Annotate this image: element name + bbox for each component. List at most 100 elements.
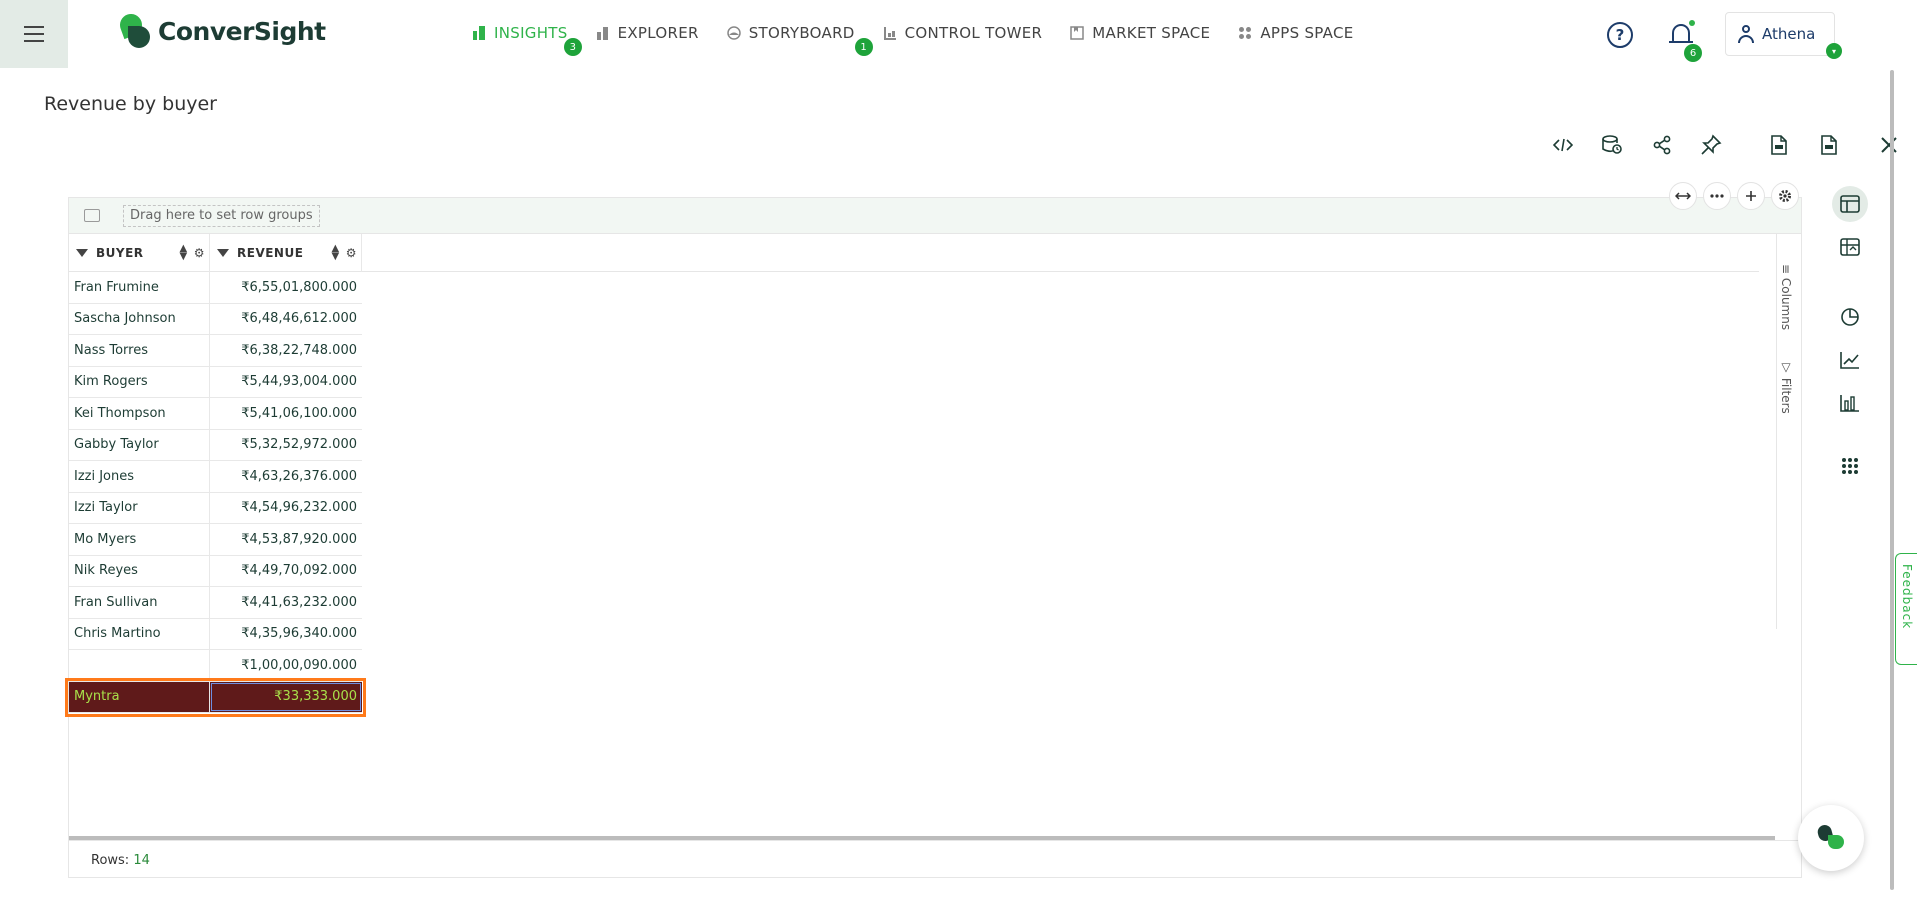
line-chart-icon[interactable] bbox=[1832, 342, 1868, 378]
nav-market-space-label: MARKET SPACE bbox=[1092, 24, 1211, 42]
revenue-cell[interactable]: ₹6,55,01,800.000 bbox=[210, 272, 362, 303]
column-gear-icon[interactable]: ⚙ bbox=[346, 246, 357, 260]
chat-assistant-button[interactable] bbox=[1798, 805, 1864, 871]
more-options-icon[interactable] bbox=[1703, 182, 1731, 210]
table-row[interactable]: Fran Frumine ₹6,55,01,800.000 bbox=[69, 272, 362, 304]
table-view-icon[interactable] bbox=[1832, 186, 1868, 222]
pivot-table-icon[interactable] bbox=[1832, 229, 1868, 265]
table-row[interactable]: Nass Torres ₹6,38,22,748.000 bbox=[69, 335, 362, 367]
pin-icon[interactable] bbox=[1698, 132, 1724, 158]
revenue-cell[interactable]: ₹4,35,96,340.000 bbox=[210, 619, 362, 650]
user-name: Athena bbox=[1762, 25, 1816, 43]
revenue-cell[interactable]: ₹4,54,96,232.000 bbox=[210, 493, 362, 524]
menu-icon[interactable] bbox=[0, 0, 68, 68]
revenue-cell[interactable]: ₹4,53,87,920.000 bbox=[210, 524, 362, 555]
table-row[interactable]: Kim Rogers ₹5,44,93,004.000 bbox=[69, 366, 362, 398]
buyer-cell[interactable]: Nik Reyes bbox=[69, 555, 210, 586]
nav-apps-space[interactable]: APPS SPACE bbox=[1238, 22, 1353, 44]
filter-icon[interactable] bbox=[76, 249, 88, 257]
table-row[interactable]: Izzi Taylor ₹4,54,96,232.000 bbox=[69, 492, 362, 524]
table-row[interactable]: Nik Reyes ₹4,49,70,092.000 bbox=[69, 555, 362, 587]
buyer-cell[interactable]: Mo Myers bbox=[69, 524, 210, 555]
feedback-tab[interactable]: Feedback bbox=[1895, 553, 1917, 665]
filter-icon[interactable] bbox=[217, 249, 229, 257]
nav-market-space[interactable]: MARKET SPACE bbox=[1070, 22, 1210, 44]
columns-tab[interactable]: ≡ Columns bbox=[1779, 264, 1793, 330]
buyer-cell[interactable]: Fran Frumine bbox=[69, 272, 210, 303]
notifications-button[interactable]: 6 bbox=[1669, 20, 1702, 62]
row-group-hint: Drag here to set row groups bbox=[123, 205, 320, 227]
sort-icon[interactable]: ▲ ▼ bbox=[332, 244, 340, 262]
buyer-cell[interactable]: Fran Sullivan bbox=[69, 587, 210, 618]
columns-icon: ≡ bbox=[1779, 264, 1793, 275]
revenue-cell[interactable]: ₹4,41,63,232.000 bbox=[210, 587, 362, 618]
pie-chart-icon[interactable] bbox=[1832, 299, 1868, 335]
buyer-cell[interactable]: Kim Rogers bbox=[69, 366, 210, 397]
expand-width-icon[interactable] bbox=[1669, 182, 1697, 210]
nav-control-tower[interactable]: CONTROL TOWER bbox=[883, 22, 1043, 44]
columns-tab-label: Columns bbox=[1779, 277, 1793, 331]
sort-icon[interactable]: ▲ ▼ bbox=[180, 244, 188, 262]
pdf-export-icon[interactable] bbox=[1766, 132, 1792, 158]
revenue-cell[interactable]: ₹4,63,26,376.000 bbox=[210, 461, 362, 492]
revenue-cell[interactable]: ₹4,49,70,092.000 bbox=[210, 556, 362, 587]
page-scrollbar[interactable] bbox=[1890, 70, 1894, 890]
bell-icon bbox=[1672, 24, 1690, 42]
code-icon[interactable] bbox=[1550, 132, 1576, 158]
buyer-cell[interactable]: Izzi Taylor bbox=[69, 492, 210, 523]
table-row[interactable]: Izzi Jones ₹4,63,26,376.000 bbox=[69, 461, 362, 493]
buyer-cell[interactable]: Nass Torres bbox=[69, 335, 210, 366]
user-menu[interactable]: Athena ▾ bbox=[1725, 12, 1842, 59]
buyer-cell[interactable]: Sascha Johnson bbox=[69, 303, 210, 334]
xls-export-icon[interactable] bbox=[1816, 132, 1842, 158]
revenue-cell[interactable]: ₹6,38,22,748.000 bbox=[210, 335, 362, 366]
main-nav: INSIGHTS 3 EXPLORER STORYBOARD 1 CONTROL… bbox=[472, 22, 1382, 56]
bell-icon-base bbox=[1669, 41, 1693, 43]
brand-logo[interactable]: ConverSight bbox=[116, 10, 326, 48]
storyboard-icon bbox=[726, 26, 741, 40]
add-icon[interactable] bbox=[1737, 182, 1765, 210]
filters-tab[interactable]: ▽ Filters bbox=[1779, 360, 1793, 414]
row-group-bar[interactable]: Drag here to set row groups bbox=[69, 198, 1801, 234]
share-icon[interactable] bbox=[1649, 132, 1675, 158]
settings-gear-icon[interactable] bbox=[1771, 182, 1799, 210]
revenue-cell[interactable]: ₹5,44,93,004.000 bbox=[210, 367, 362, 398]
column-gear-icon[interactable]: ⚙ bbox=[194, 246, 205, 260]
revenue-cell[interactable]: ₹33,333.000 bbox=[210, 682, 362, 713]
table-row[interactable]: Sascha Johnson ₹6,48,46,612.000 bbox=[69, 303, 362, 335]
row-group-icon bbox=[84, 209, 100, 222]
table-row[interactable]: Chris Martino ₹4,35,96,340.000 bbox=[69, 618, 362, 650]
revenue-cell[interactable]: ₹6,48,46,612.000 bbox=[210, 304, 362, 335]
buyer-cell[interactable]: Myntra bbox=[69, 681, 210, 712]
revenue-cell[interactable]: ₹5,41,06,100.000 bbox=[210, 398, 362, 429]
column-header-buyer[interactable]: BUYER ▲ ▼ ⚙ bbox=[69, 234, 210, 272]
table-row[interactable]: ₹1,00,00,090.000 bbox=[69, 650, 362, 682]
nav-storyboard-label: STORYBOARD bbox=[748, 24, 855, 42]
table-row-selected[interactable]: Myntra ₹33,333.000 bbox=[65, 677, 366, 717]
column-header-revenue[interactable]: REVENUE ▲ ▼ ⚙ bbox=[210, 234, 362, 272]
nav-explorer[interactable]: EXPLORER bbox=[596, 22, 699, 44]
table-row[interactable]: Mo Myers ₹4,53,87,920.000 bbox=[69, 524, 362, 556]
nav-storyboard[interactable]: STORYBOARD 1 bbox=[726, 22, 873, 56]
notifications-badge: 6 bbox=[1684, 44, 1702, 62]
buyer-cell[interactable]: Izzi Jones bbox=[69, 461, 210, 492]
database-schedule-icon[interactable] bbox=[1599, 132, 1625, 158]
more-charts-grid-icon[interactable] bbox=[1832, 448, 1868, 484]
revenue-cell[interactable]: ₹5,32,52,972.000 bbox=[210, 430, 362, 461]
nav-insights[interactable]: INSIGHTS 3 bbox=[472, 22, 582, 56]
revenue-cell[interactable]: ₹1,00,00,090.000 bbox=[210, 650, 362, 681]
close-icon[interactable] bbox=[1876, 132, 1902, 158]
table-row[interactable]: Kei Thompson ₹5,41,06,100.000 bbox=[69, 398, 362, 430]
chevron-down-icon[interactable]: ▾ bbox=[1826, 43, 1842, 59]
buyer-cell[interactable]: Chris Martino bbox=[69, 618, 210, 649]
table-row[interactable]: Gabby Taylor ₹5,32,52,972.000 bbox=[69, 429, 362, 461]
insights-icon bbox=[473, 26, 485, 40]
bar-chart-icon[interactable] bbox=[1832, 385, 1868, 421]
notification-dot bbox=[1689, 20, 1695, 26]
buyer-cell[interactable]: Kei Thompson bbox=[69, 398, 210, 429]
buyer-cell[interactable]: Gabby Taylor bbox=[69, 429, 210, 460]
table-row[interactable]: Fran Sullivan ₹4,41,63,232.000 bbox=[69, 587, 362, 619]
buyer-cell[interactable] bbox=[69, 650, 210, 681]
explorer-icon bbox=[596, 27, 608, 40]
help-icon[interactable]: ? bbox=[1607, 22, 1633, 48]
